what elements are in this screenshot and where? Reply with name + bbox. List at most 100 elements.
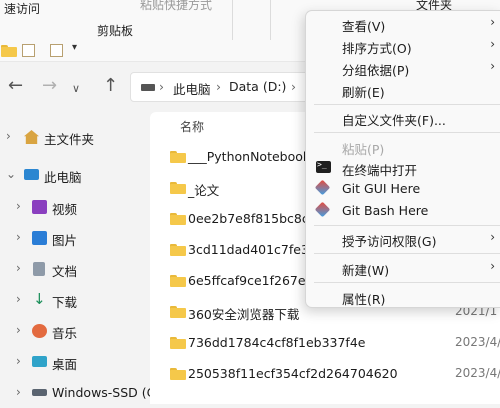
- menu-item-group-by[interactable]: 分组依据(P) ›: [306, 57, 500, 79]
- file-name: 6e5ffcaf9ce1f267e61: [188, 273, 322, 288]
- menu-item-sort-by[interactable]: 排序方式(O) ›: [306, 35, 500, 57]
- back-arrow-icon[interactable]: ←: [8, 76, 23, 96]
- folder-icon: [170, 182, 186, 194]
- folder-icon: [170, 368, 186, 380]
- chevron-right-icon: ›: [490, 15, 495, 29]
- sidebar-item-label: 下载: [52, 295, 78, 310]
- menu-item-refresh[interactable]: 刷新(E): [306, 79, 500, 101]
- menu-item-properties[interactable]: 属性(R): [306, 286, 500, 308]
- pc-icon: [24, 169, 39, 180]
- folder-icon[interactable]: [1, 45, 17, 57]
- menu-item-label: 在终端中打开: [342, 163, 418, 178]
- menu-item-view[interactable]: 查看(V) ›: [306, 13, 500, 35]
- file-name: 736dd1784c4cf8f1eb337f4e: [188, 335, 366, 350]
- menu-item-customize-folder[interactable]: 自定义文件夹(F)...: [306, 107, 500, 129]
- menu-separator: [314, 253, 500, 254]
- properties-icon[interactable]: [50, 44, 63, 57]
- file-row[interactable]: 250538f11ecf354cf2d264704620 2023/4/: [150, 359, 500, 389]
- ribbon-quick-access-label[interactable]: 速访问: [4, 0, 40, 17]
- sidebar-item-downloads[interactable]: › ↓ 下载: [0, 285, 150, 315]
- menu-item-label: 分组依据(P): [342, 63, 410, 78]
- chevron-right-icon[interactable]: ›: [16, 385, 21, 399]
- menu-separator: [314, 132, 500, 133]
- forward-arrow-icon[interactable]: →: [42, 76, 57, 96]
- properties-icon[interactable]: [22, 44, 35, 57]
- sidebar-item-label: 图片: [52, 233, 78, 248]
- chevron-right-icon[interactable]: ›: [16, 230, 21, 244]
- chevron-down-icon[interactable]: ▾: [72, 42, 77, 53]
- file-name: 250538f11ecf354cf2d264704620: [188, 366, 398, 381]
- chevron-right-icon[interactable]: ›: [16, 292, 21, 306]
- sidebar-item-label: Windows-SSD (C:: [52, 385, 160, 400]
- picture-icon: [32, 231, 47, 245]
- chevron-right-icon[interactable]: ›: [16, 199, 21, 213]
- breadcrumb-chevron-icon[interactable]: ›: [159, 79, 164, 94]
- menu-separator: [314, 104, 500, 105]
- chevron-right-icon[interactable]: ›: [6, 129, 11, 143]
- folder-icon: [170, 275, 186, 287]
- file-row[interactable]: 736dd1784c4cf8f1eb337f4e 2023/4/: [150, 328, 500, 358]
- sidebar-item-label: 桌面: [52, 357, 78, 372]
- chevron-down-icon[interactable]: ∨: [72, 79, 80, 99]
- menu-item-label: 粘贴(P): [342, 142, 385, 157]
- sidebar-item-desktop[interactable]: › 桌面: [0, 347, 150, 377]
- drive-icon: [32, 389, 47, 396]
- chevron-right-icon[interactable]: ›: [16, 354, 21, 368]
- drive-icon: [141, 84, 155, 91]
- sidebar-item-label: 文档: [52, 264, 78, 279]
- menu-item-give-access[interactable]: 授予访问权限(G) ›: [306, 228, 500, 250]
- menu-item-label: 排序方式(O): [342, 41, 412, 56]
- ribbon-divider: [232, 0, 233, 40]
- breadcrumb-chevron-icon[interactable]: ›: [216, 79, 221, 94]
- sidebar-item-pictures[interactable]: › 图片: [0, 223, 150, 253]
- menu-item-label: 刷新(E): [342, 85, 385, 100]
- menu-item-new[interactable]: 新建(W) ›: [306, 257, 500, 279]
- sidebar-item-documents[interactable]: › 文档: [0, 254, 150, 284]
- navigation-pane: › 主文件夹 ⌄ 此电脑 › 视频 › 图片 › 文档 › ↓ 下载 › 音乐 …: [0, 112, 160, 404]
- breadcrumb-data-drive[interactable]: Data (D:): [229, 79, 286, 94]
- sidebar-item-label: 视频: [52, 202, 78, 217]
- desktop-icon: [32, 356, 47, 367]
- menu-item-paste[interactable]: 粘贴(P): [306, 136, 500, 158]
- menu-item-git-bash[interactable]: Git Bash Here: [306, 200, 500, 222]
- chevron-right-icon: ›: [490, 37, 495, 51]
- menu-item-label: 授予访问权限(G): [342, 234, 437, 249]
- sidebar-item-videos[interactable]: › 视频: [0, 192, 150, 222]
- context-menu: 查看(V) › 排序方式(O) › 分组依据(P) › 刷新(E) 自定义文件夹…: [305, 10, 500, 308]
- git-icon: [314, 179, 331, 196]
- menu-item-open-in-terminal[interactable]: 在终端中打开: [306, 157, 500, 179]
- sidebar-item-home[interactable]: › 主文件夹: [0, 122, 150, 152]
- sidebar-item-music[interactable]: › 音乐: [0, 316, 150, 346]
- menu-separator: [314, 225, 500, 226]
- chevron-right-icon: ›: [490, 259, 495, 273]
- file-name: 360安全浏览器下载: [188, 307, 300, 322]
- file-date: 2023/4/: [455, 366, 500, 380]
- music-icon: [32, 324, 47, 338]
- address-bar[interactable]: › 此电脑 › Data (D:) ›: [130, 72, 310, 102]
- breadcrumb-this-pc[interactable]: 此电脑: [173, 79, 211, 98]
- folder-icon: [170, 151, 186, 163]
- video-icon: [32, 200, 47, 214]
- menu-item-label: Git Bash Here: [342, 203, 429, 218]
- git-icon: [314, 201, 331, 218]
- download-icon: ↓: [33, 290, 46, 308]
- menu-item-git-gui[interactable]: Git GUI Here: [306, 178, 500, 200]
- sidebar-item-label: 此电脑: [44, 170, 82, 185]
- chevron-right-icon[interactable]: ›: [16, 261, 21, 275]
- ribbon-divider: [270, 0, 271, 40]
- chevron-right-icon[interactable]: ›: [16, 323, 21, 337]
- breadcrumb-chevron-icon[interactable]: ›: [291, 79, 296, 94]
- ribbon-clipboard-group-label: 剪贴板: [97, 24, 134, 38]
- column-header-name[interactable]: 名称: [180, 118, 204, 135]
- folder-icon: [170, 244, 186, 256]
- folder-icon: [170, 306, 186, 318]
- sidebar-item-this-pc[interactable]: ⌄ 此电脑: [0, 160, 150, 190]
- ribbon-paste-shortcut-button[interactable]: 粘贴快捷方式: [140, 0, 212, 13]
- home-icon: [24, 130, 39, 144]
- document-icon: [33, 262, 45, 276]
- chevron-down-icon[interactable]: ⌄: [6, 167, 16, 181]
- file-name: ___PythonNotebook: [188, 149, 311, 164]
- menu-item-label: 查看(V): [342, 19, 386, 34]
- menu-item-label: 属性(R): [342, 292, 386, 307]
- up-arrow-icon[interactable]: ↑: [103, 76, 118, 96]
